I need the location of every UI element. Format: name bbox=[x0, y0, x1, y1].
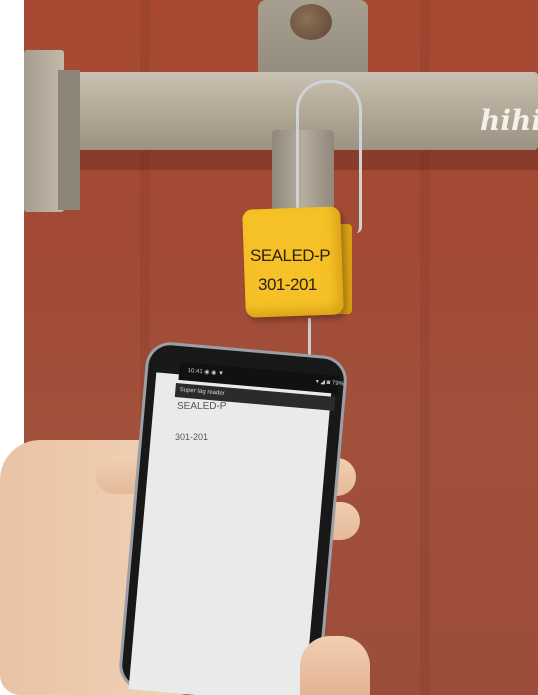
photo-scene: hihi SEALED-P 301-201 10:41 ◉ ◉ ▼ ▾ ◢ ◙ … bbox=[0, 0, 538, 695]
phone-screen bbox=[128, 372, 332, 695]
phone-screen-text-1: SEALED-P bbox=[177, 401, 227, 412]
bracket-bolt bbox=[290, 4, 332, 40]
seal-tag-text-1: SEALED-P bbox=[250, 246, 331, 265]
phone-screen-text-2: 301-201 bbox=[175, 432, 209, 442]
door-writing: hihi bbox=[480, 104, 538, 137]
locking-bar-collar bbox=[58, 70, 80, 210]
right-thumb bbox=[300, 636, 370, 695]
seal-tag-text-2: 301-201 bbox=[258, 275, 317, 294]
